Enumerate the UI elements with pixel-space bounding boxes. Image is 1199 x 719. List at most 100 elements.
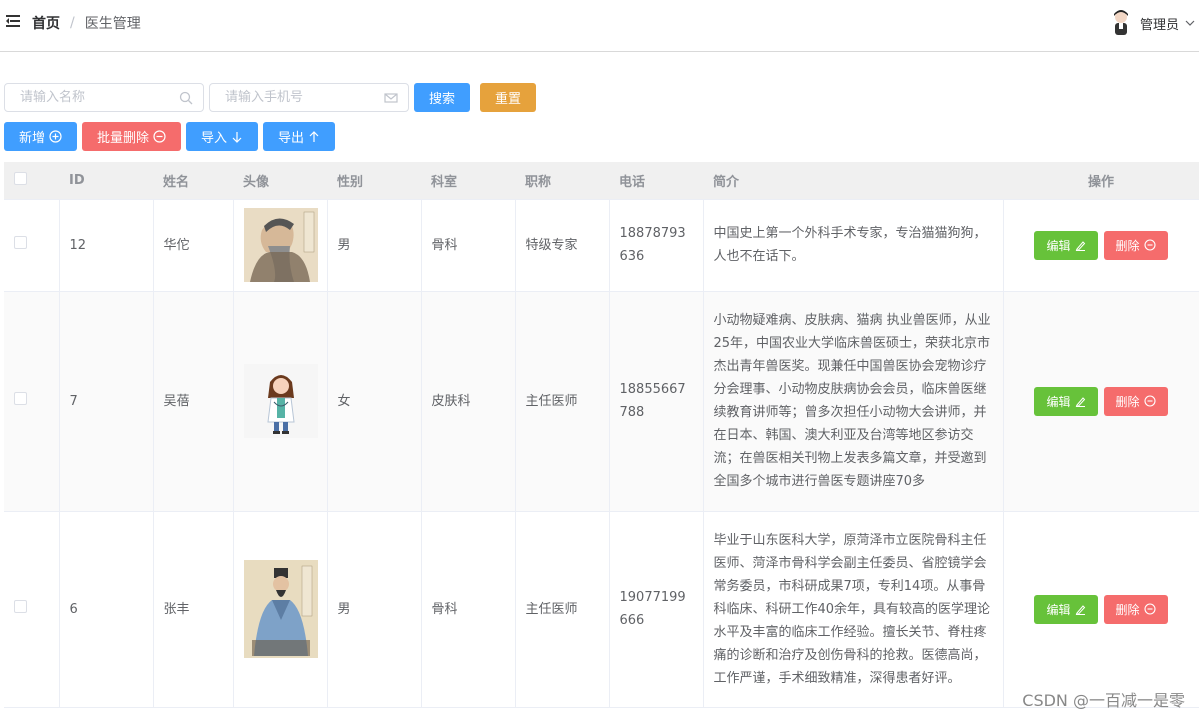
delete-label: 删除	[1115, 602, 1140, 617]
id-cell: 7	[59, 291, 154, 512]
message-icon	[384, 93, 398, 103]
edit-label: 编辑	[1046, 602, 1071, 617]
chevron-down-icon	[1185, 20, 1195, 26]
column-header: 科室	[421, 162, 515, 200]
edit-icon	[1075, 396, 1085, 407]
column-header: 职称	[515, 162, 609, 200]
arrow-up-icon	[309, 130, 319, 142]
arrow-down-icon	[232, 131, 242, 143]
phone-cell: 18855667788	[609, 291, 704, 512]
phone-search-field	[209, 83, 409, 112]
gender-cell: 女	[327, 291, 422, 512]
name-cell: 张丰	[153, 511, 234, 708]
row-checkbox[interactable]	[14, 391, 27, 405]
phone-cell: 19077199666	[609, 511, 704, 708]
gender-cell: 男	[327, 511, 422, 708]
circle-minus-icon	[1143, 395, 1156, 407]
breadcrumb-home[interactable]: 首页	[32, 13, 60, 33]
reset-button[interactable]: 重置	[480, 83, 537, 112]
edit-button[interactable]: 编辑	[1034, 594, 1098, 624]
row-checkbox[interactable]	[14, 235, 27, 249]
batch-delete-button[interactable]: 批量删除	[82, 122, 182, 151]
row-select-cell	[4, 511, 60, 708]
column-header: 简介	[703, 162, 1003, 200]
column-header: 头像	[233, 162, 327, 200]
delete-button[interactable]: 删除	[1103, 386, 1168, 416]
name-cell: 吴蓓	[153, 291, 234, 512]
delete-button[interactable]: 删除	[1103, 594, 1168, 624]
operation-cell: 编辑 删除	[1003, 291, 1199, 512]
avatar-cell	[233, 291, 328, 512]
table-row: 12 华佗 男 骨科 特级专家 18878793636 中国史上第一个外科手术专…	[4, 199, 1199, 292]
edit-button[interactable]: 编辑	[1034, 230, 1098, 260]
edit-button[interactable]: 编辑	[1034, 386, 1098, 416]
title-cell: 主任医师	[515, 511, 610, 708]
import-label: 导入	[201, 131, 228, 146]
action-toolbar: 新增 批量删除 导入 导出	[4, 122, 336, 151]
user-name: 管理员	[1139, 17, 1179, 33]
table-row: 7 吴蓓 女 皮肤科 主任医师 18855667788 小动物疑难病、皮肤病、猫…	[4, 291, 1199, 512]
dept-cell: 皮肤科	[421, 291, 516, 512]
circle-minus-icon	[1143, 239, 1156, 251]
table-header-row: ID 姓名 头像 性别 科室 职称 电话 简介 操作	[4, 162, 1199, 200]
select-all-cell	[4, 162, 59, 200]
avatar-cell	[233, 511, 328, 708]
row-select-cell	[4, 199, 60, 292]
avatar	[1108, 8, 1134, 38]
add-label: 新增	[19, 131, 46, 146]
doctor-portrait[interactable]	[243, 560, 318, 658]
name-search-input[interactable]	[5, 84, 203, 111]
table-row: 6 张丰 男 骨科 主任医师 19077199666 毕业于山东医科大学，原菏泽…	[4, 511, 1199, 708]
column-header: 操作	[1003, 162, 1199, 200]
circle-plus-icon	[49, 130, 62, 143]
circle-minus-icon	[1143, 603, 1156, 615]
id-cell: 12	[59, 199, 154, 292]
delete-label: 删除	[1115, 394, 1140, 409]
breadcrumb-current: 医生管理	[84, 16, 141, 32]
export-label: 导出	[278, 131, 305, 146]
delete-button[interactable]: 删除	[1103, 230, 1168, 260]
intro-cell: 毕业于山东医科大学，原菏泽市立医院骨科主任医师、菏泽市骨科学会副主任委员、省腔镜…	[703, 511, 1004, 708]
import-button[interactable]: 导入	[186, 122, 259, 151]
user-menu[interactable]: 管理员	[1108, 8, 1195, 38]
title-cell: 特级专家	[515, 199, 610, 292]
search-bar: 搜索 重置	[4, 83, 537, 112]
name-search-field	[4, 83, 204, 112]
column-header: 电话	[609, 162, 703, 200]
column-header[interactable]: ID	[59, 162, 153, 200]
select-all-checkbox[interactable]	[14, 171, 27, 185]
menu-fold-icon[interactable]	[6, 14, 20, 28]
operation-cell: 编辑 删除	[1003, 199, 1199, 292]
edit-label: 编辑	[1046, 238, 1071, 253]
avatar-cell	[233, 199, 328, 292]
id-cell: 6	[59, 511, 154, 708]
edit-icon	[1075, 240, 1085, 251]
doctor-portrait[interactable]	[243, 364, 318, 438]
doctor-table: ID 姓名 头像 性别 科室 职称 电话 简介 操作 12 华佗 男 骨科 特级…	[4, 162, 1199, 708]
watermark: CSDN @一百减一是零	[1022, 691, 1185, 710]
phone-search-input[interactable]	[210, 84, 408, 111]
edit-label: 编辑	[1046, 394, 1071, 409]
dept-cell: 骨科	[421, 511, 516, 708]
row-checkbox[interactable]	[14, 599, 27, 613]
column-header: 姓名	[153, 162, 233, 200]
name-cell: 华佗	[153, 199, 234, 292]
intro-cell: 中国史上第一个外科手术专家，专治猫猫狗狗，人也不在话下。	[703, 199, 1004, 292]
delete-label: 删除	[1115, 238, 1140, 253]
doctor-portrait[interactable]	[243, 208, 318, 282]
phone-cell: 18878793636	[609, 199, 704, 292]
title-cell: 主任医师	[515, 291, 610, 512]
circle-minus-icon	[153, 130, 166, 143]
operation-cell: 编辑 删除	[1003, 511, 1199, 708]
search-button[interactable]: 搜索	[414, 83, 471, 112]
batch-delete-label: 批量删除	[97, 131, 150, 146]
search-icon	[179, 91, 193, 105]
intro-cell: 小动物疑难病、皮肤病、猫病 执业兽医师，从业25年，中国农业大学临床兽医硕士，荣…	[703, 291, 1004, 512]
gender-cell: 男	[327, 199, 422, 292]
add-button[interactable]: 新增	[4, 122, 78, 151]
dept-cell: 骨科	[421, 199, 516, 292]
export-button[interactable]: 导出	[263, 122, 336, 151]
breadcrumb: 首页 / 医生管理	[32, 13, 141, 33]
column-header: 性别	[327, 162, 421, 200]
row-select-cell	[4, 291, 60, 512]
